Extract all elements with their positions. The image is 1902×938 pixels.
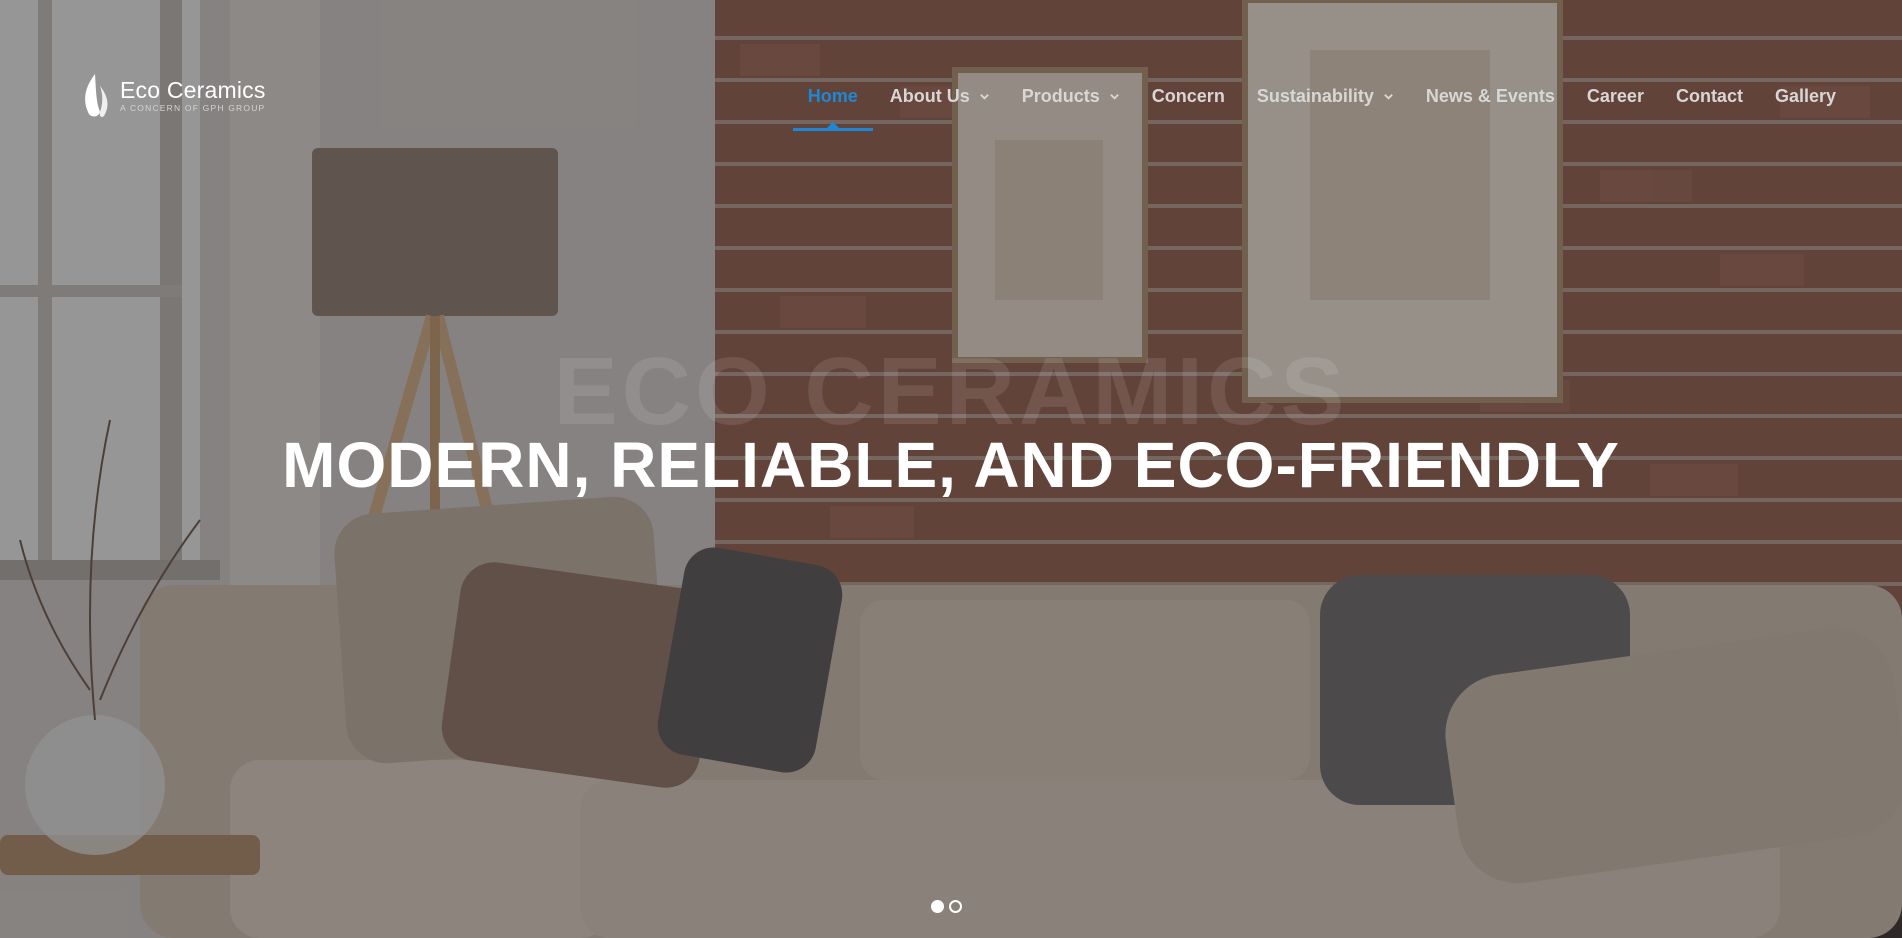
- nav-item-news-events[interactable]: News & Events: [1426, 86, 1555, 107]
- nav-item-sustainability[interactable]: Sustainability: [1257, 86, 1394, 107]
- nav-item-home[interactable]: Home: [792, 86, 873, 131]
- nav-item-label: Gallery: [1774, 86, 1836, 106]
- nav-item-label: Contact: [1675, 86, 1743, 106]
- brand-text: Eco Ceramics A Concern of GPH Group: [120, 78, 266, 114]
- hero-slider: Eco Ceramics A Concern of GPH Group Home…: [0, 0, 1902, 938]
- main-nav: Home About Us Products Concern Sustainab…: [792, 86, 1836, 131]
- chevron-down-icon: [1384, 94, 1393, 100]
- nav-item-products[interactable]: Products: [1022, 86, 1120, 107]
- nav-item-contact[interactable]: Contact: [1676, 86, 1743, 107]
- brand-logo[interactable]: Eco Ceramics A Concern of GPH Group: [78, 72, 266, 120]
- nav-item-about-us[interactable]: About Us: [890, 86, 990, 107]
- hero-headline: MODERN, RELIABLE, AND ECO-FRIENDLY: [282, 429, 1620, 501]
- nav-item-gallery[interactable]: Gallery: [1775, 86, 1836, 107]
- nav-item-label: About Us: [889, 86, 970, 106]
- nav-item-label: Products: [1021, 86, 1100, 106]
- brand-tagline: A Concern of GPH Group: [120, 103, 266, 113]
- nav-item-label: Sustainability: [1256, 86, 1374, 106]
- chevron-down-icon: [1109, 94, 1119, 100]
- chevron-down-icon: [979, 94, 989, 100]
- nav-item-career[interactable]: Career: [1587, 86, 1644, 107]
- nav-item-concern[interactable]: Concern: [1152, 86, 1225, 107]
- nav-item-label: Home: [807, 86, 858, 106]
- nav-item-label: News & Events: [1425, 86, 1555, 106]
- nav-item-label: Career: [1586, 86, 1644, 106]
- brand-name: Eco Ceramics: [120, 77, 266, 103]
- slider-pagination: [931, 900, 962, 913]
- slide-dot-1[interactable]: [931, 900, 944, 913]
- slide-dot-2[interactable]: [949, 900, 962, 913]
- active-underline: [792, 122, 873, 131]
- nav-item-label: Concern: [1151, 86, 1225, 106]
- flame-leaf-icon: [85, 74, 108, 117]
